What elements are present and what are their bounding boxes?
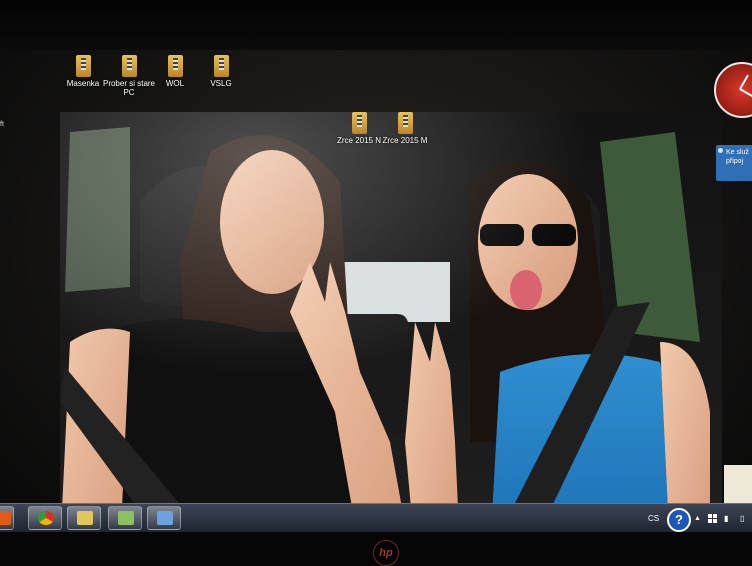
help-icon[interactable]: ? [667,508,691,532]
zip-folder-icon [168,55,183,77]
monitor-bezel-top [0,0,752,50]
network-icon[interactable]: ▮ [724,504,728,532]
media-player-icon [0,511,11,525]
edge-label: ft [0,121,4,128]
status-gadget[interactable]: Ke služ připoj [716,145,752,181]
offscreen-desktop-edge: ft [0,120,4,130]
taskbar-explorer[interactable] [67,506,101,530]
icon-label: Zrce 2015 M [383,136,428,145]
file-explorer-icon [77,511,93,525]
wallpaper-photo [60,112,722,532]
icon-label: VSLG [210,79,231,88]
zip-folder-icon [214,55,229,77]
desktop-screen: ft Masenka Prober si stare PC WOL VSLG Z… [0,50,752,532]
gadget-line-2: připoj [726,157,752,166]
zip-folder-icon [352,112,367,134]
icon-label: WOL [166,79,184,88]
taskbar-media-player[interactable] [0,506,14,530]
info-dot-icon [718,148,723,153]
calendar-gadget[interactable] [724,465,752,505]
spreadsheet-icon [118,511,134,525]
gadget-line-1: Ke služ [726,148,752,157]
show-hidden-icons-icon[interactable]: ▲ [694,504,701,532]
taskbar-display[interactable] [147,506,181,530]
zip-folder-icon [398,112,413,134]
taskbar-chrome[interactable] [28,506,62,530]
hp-logo: hp [373,540,399,566]
zip-folder-icon [122,55,137,77]
icon-label: Masenka [67,79,99,88]
windows-flag-icon[interactable] [708,504,717,532]
display-icon [157,511,173,525]
chrome-icon [38,511,54,525]
clock-minute-hand [740,88,752,100]
desktop-icon-zrce-m[interactable]: Zrce 2015 M [374,112,436,145]
zip-folder-icon [76,55,91,77]
taskbar: CS ▲ ▮ ▯ [0,503,752,532]
language-indicator[interactable]: CS [648,504,659,532]
clock-gadget[interactable] [714,62,752,118]
battery-icon[interactable]: ▯ [740,504,744,532]
taskbar-spreadsheet[interactable] [108,506,142,530]
desktop-icon-vslg[interactable]: VSLG [190,55,252,88]
